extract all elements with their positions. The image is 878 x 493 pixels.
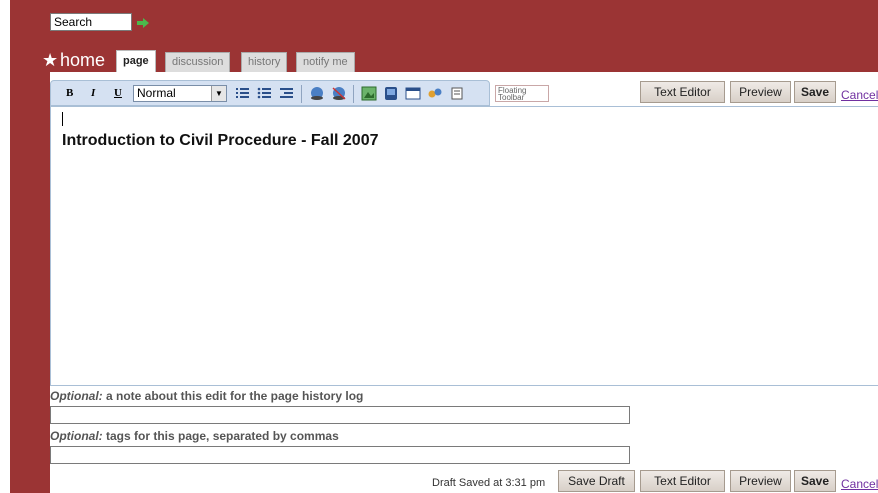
tab-history[interactable]: history — [241, 52, 288, 72]
tab-page[interactable]: page — [116, 50, 156, 72]
preview-button[interactable]: Preview — [730, 81, 791, 103]
chevron-down-icon[interactable]: ▼ — [211, 86, 226, 101]
page-title: home — [60, 50, 106, 70]
editor-toolbar: B I U Normal ▼ Floating Toolbar — [50, 80, 549, 106]
table-icon[interactable] — [405, 86, 421, 101]
tags-input[interactable] — [50, 446, 630, 464]
bold-button[interactable]: B — [66, 86, 73, 100]
indent-icon[interactable] — [279, 86, 295, 101]
source-icon[interactable] — [449, 86, 465, 101]
embed-icon[interactable] — [383, 86, 399, 101]
format-select-value: Normal — [137, 86, 176, 100]
footer-text-editor-button[interactable]: Text Editor — [640, 470, 725, 492]
toolbar-separator — [353, 85, 354, 103]
floating-toolbar-button[interactable]: Floating Toolbar — [495, 85, 549, 102]
optional-label: Optional: — [50, 389, 103, 403]
tab-discussion[interactable]: discussion — [165, 52, 231, 72]
tags-label-text: tags for this page, separated by commas — [102, 429, 339, 443]
cancel-link[interactable]: Cancel — [841, 88, 878, 102]
ordered-list-icon[interactable] — [235, 86, 251, 101]
tab-notify-me[interactable]: notify me — [296, 52, 355, 72]
page: Search ★ home page discussion history no… — [0, 0, 878, 493]
image-icon[interactable] — [361, 86, 377, 101]
underline-button[interactable]: U — [114, 86, 122, 100]
special-character-icon[interactable] — [427, 86, 443, 101]
go-arrow-icon[interactable] — [136, 16, 150, 30]
bullet-list-icon[interactable] — [257, 86, 273, 101]
star-icon: ★ — [42, 50, 59, 70]
footer-preview-button[interactable]: Preview — [730, 470, 791, 492]
document-heading: Introduction to Civil Procedure - Fall 2… — [62, 132, 379, 149]
floating-toolbar-label: Floating Toolbar — [498, 86, 527, 102]
format-select[interactable]: Normal ▼ — [133, 85, 227, 102]
edit-note-label-text: a note about this edit for the page hist… — [102, 389, 364, 403]
text-cursor — [62, 112, 63, 126]
tags-label: Optional: tags for this page, separated … — [50, 429, 339, 443]
footer-save-button[interactable]: Save — [794, 470, 836, 492]
edit-note-input[interactable] — [50, 406, 630, 424]
edit-note-label: Optional: a note about this edit for the… — [50, 389, 363, 403]
footer-cancel-link[interactable]: Cancel — [841, 477, 878, 491]
unlink-icon[interactable] — [331, 86, 347, 101]
toolbar-separator — [301, 85, 302, 103]
draft-status: Draft Saved at 3:31 pm — [432, 477, 546, 489]
save-draft-button[interactable]: Save Draft — [558, 470, 635, 492]
search-input[interactable]: Search — [50, 13, 132, 31]
text-editor-button[interactable]: Text Editor — [640, 81, 725, 103]
left-strip — [0, 0, 10, 493]
italic-button[interactable]: I — [91, 86, 95, 100]
save-button[interactable]: Save — [794, 81, 836, 103]
optional-label: Optional: — [50, 429, 103, 443]
link-icon[interactable] — [309, 86, 325, 101]
